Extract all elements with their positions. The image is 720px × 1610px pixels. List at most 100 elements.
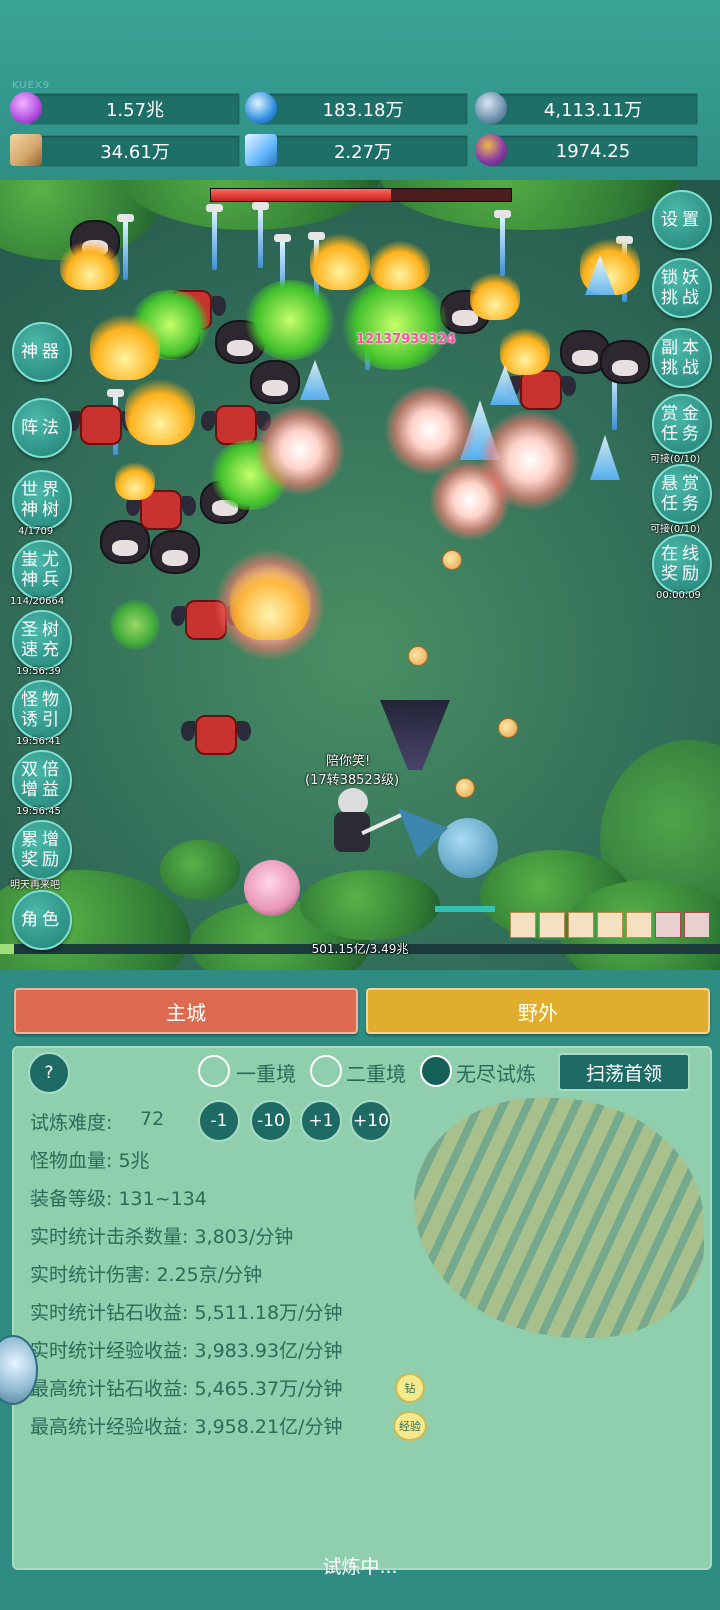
monster-lure-timer: 19:56:41 bbox=[16, 736, 61, 747]
monster-lure-button[interactable]: 怪物诱引 bbox=[12, 680, 72, 740]
reward-task-button[interactable]: 悬赏任务 bbox=[652, 464, 712, 524]
player-character bbox=[330, 788, 403, 860]
ice-crystal-icon bbox=[245, 134, 277, 166]
resource-orbs: 4,113.11万 bbox=[488, 93, 698, 125]
equipment-level-stat: 装备等级: 131~134 bbox=[30, 1188, 207, 1210]
cumulative-reward-status: 明天再来吧 bbox=[10, 880, 60, 891]
badge-label: 钻 bbox=[404, 1382, 416, 1395]
artifact-button[interactable]: 神器 bbox=[12, 322, 72, 382]
boss-hp-fill bbox=[211, 189, 391, 201]
online-reward-button[interactable]: 在线奖励 bbox=[652, 534, 712, 594]
exp-income-stat: 实时统计经验收益: 3,983.93亿/分钟 bbox=[30, 1340, 343, 1362]
holy-tree-timer: 19:56:39 bbox=[16, 666, 61, 677]
trial-status: 试炼中... bbox=[322, 1556, 398, 1578]
dungeon-challenge-button[interactable]: 副本挑战 bbox=[652, 328, 712, 388]
bounty-task-status: 可接(0/10) bbox=[650, 454, 701, 465]
difficulty-plus-10-button[interactable]: +10 bbox=[350, 1100, 392, 1142]
resource-crystals: 2.27万 bbox=[258, 135, 468, 167]
player-level: (17转38523级) bbox=[305, 773, 400, 788]
button-label: 累增奖励 bbox=[21, 830, 63, 870]
button-label: +10 bbox=[353, 1111, 389, 1131]
resource-gems: 1.57兆 bbox=[30, 93, 240, 125]
resource-scrolls: 34.61万 bbox=[30, 135, 240, 167]
demon-lock-challenge-button[interactable]: 锁妖挑战 bbox=[652, 258, 712, 318]
help-button[interactable]: ? bbox=[28, 1052, 70, 1094]
difficulty-value: 72 bbox=[140, 1108, 165, 1130]
character-button[interactable]: 角色 bbox=[12, 890, 72, 950]
max-exp-income-stat: 最高统计经验收益: 3,958.21亿/分钟 bbox=[30, 1416, 343, 1438]
holy-tree-recharge-button[interactable]: 圣树速充 bbox=[12, 610, 72, 670]
button-label: +1 bbox=[308, 1111, 334, 1131]
button-label: 在线奖励 bbox=[661, 544, 703, 584]
button-label: 神器 bbox=[21, 342, 63, 362]
button-label: -10 bbox=[257, 1111, 285, 1131]
sweep-boss-button[interactable]: 扫荡首领 bbox=[558, 1053, 690, 1091]
chiyou-weapon-button[interactable]: 蚩尤神兵 bbox=[12, 540, 72, 600]
mode-label-2: 二重境 bbox=[346, 1062, 406, 1086]
scroll-icon bbox=[10, 134, 42, 166]
damage-number: 12137939324 bbox=[356, 332, 456, 347]
resource-diamonds: 183.18万 bbox=[258, 93, 468, 125]
tab-label: 野外 bbox=[518, 1000, 558, 1025]
orb-icon bbox=[475, 92, 507, 124]
kill-count-stat: 实时统计击杀数量: 3,803/分钟 bbox=[30, 1226, 294, 1248]
button-label: 蚩尤神兵 bbox=[21, 550, 63, 590]
mode-radio-1[interactable] bbox=[198, 1055, 230, 1087]
world-tree-count: 4/1709 bbox=[18, 526, 54, 537]
resource-value: 4,113.11万 bbox=[543, 100, 643, 121]
dragon-pet bbox=[398, 808, 518, 888]
tab-label: 主城 bbox=[166, 1000, 206, 1025]
help-label: ? bbox=[44, 1063, 54, 1083]
monster-hp-stat: 怪物血量: 5兆 bbox=[30, 1150, 150, 1172]
resource-bar: KUEX9 1.57兆 183.18万 4,113.11万 34.61万 2.2… bbox=[0, 0, 720, 180]
button-label: 设置 bbox=[661, 210, 703, 230]
treasure-pot-icon bbox=[475, 134, 507, 166]
button-label: 赏金任务 bbox=[661, 404, 703, 444]
badge-label: 经验 bbox=[399, 1420, 421, 1433]
difficulty-plus-1-button[interactable]: +1 bbox=[300, 1100, 342, 1142]
button-label: 怪物诱引 bbox=[21, 690, 63, 730]
mode-radio-2[interactable] bbox=[310, 1055, 342, 1087]
button-label: 角色 bbox=[21, 910, 63, 930]
world-tree-button[interactable]: 世界神树 bbox=[12, 470, 72, 530]
resource-value: 1.57兆 bbox=[105, 100, 165, 121]
mode-label-1: 一重境 bbox=[236, 1062, 296, 1086]
button-label: 双倍增益 bbox=[21, 760, 63, 800]
boss-hp-bar bbox=[210, 188, 512, 202]
reward-task-status: 可接(0/10) bbox=[650, 524, 701, 535]
online-reward-timer: 00:00:09 bbox=[656, 590, 701, 601]
difficulty-minus-10-button[interactable]: -10 bbox=[250, 1100, 292, 1142]
chiyou-weapon-count: 114/20664 bbox=[10, 596, 65, 607]
pet-hp-bar bbox=[435, 906, 495, 912]
diamond-income-stat: 实时统计钻石收益: 5,511.18万/分钟 bbox=[30, 1302, 343, 1324]
diamond-badge: 钻 bbox=[395, 1373, 425, 1403]
tiger-watermark bbox=[414, 1098, 704, 1338]
mode-label-3: 无尽试炼 bbox=[456, 1062, 536, 1086]
settings-button[interactable]: 设置 bbox=[652, 190, 712, 250]
button-label: 悬赏任务 bbox=[661, 474, 703, 514]
tornado-effect bbox=[380, 700, 450, 770]
double-boost-button[interactable]: 双倍增益 bbox=[12, 750, 72, 810]
button-label: -1 bbox=[210, 1111, 228, 1131]
resource-value: 2.27万 bbox=[333, 142, 393, 163]
user-id: KUEX9 bbox=[12, 80, 51, 91]
difficulty-minus-1-button[interactable]: -1 bbox=[198, 1100, 240, 1142]
skill-bar bbox=[510, 912, 710, 938]
wild-tab[interactable]: 野外 bbox=[366, 988, 710, 1034]
difficulty-label: 试炼难度: bbox=[30, 1112, 113, 1134]
player-name: 陪你笑! bbox=[326, 754, 371, 769]
purple-gem-icon bbox=[10, 92, 42, 124]
mode-radio-3[interactable] bbox=[420, 1055, 452, 1087]
exp-badge: 经验 bbox=[393, 1411, 427, 1441]
resource-value: 183.18万 bbox=[322, 100, 404, 121]
formation-button[interactable]: 阵法 bbox=[12, 398, 72, 458]
button-label: 副本挑战 bbox=[661, 338, 703, 378]
damage-stat: 实时统计伤害: 2.25京/分钟 bbox=[30, 1264, 263, 1286]
main-city-tab[interactable]: 主城 bbox=[14, 988, 358, 1034]
button-label: 扫荡首领 bbox=[585, 1062, 662, 1085]
cumulative-reward-button[interactable]: 累增奖励 bbox=[12, 820, 72, 880]
button-label: 阵法 bbox=[21, 418, 63, 438]
max-diamond-income-stat: 最高统计钻石收益: 5,465.37万/分钟 bbox=[30, 1378, 343, 1400]
battle-field[interactable]: 12137939324 陪你笑! (17转38523级) 501.15亿/3.4… bbox=[0, 180, 720, 970]
bounty-task-button[interactable]: 赏金任务 bbox=[652, 394, 712, 454]
